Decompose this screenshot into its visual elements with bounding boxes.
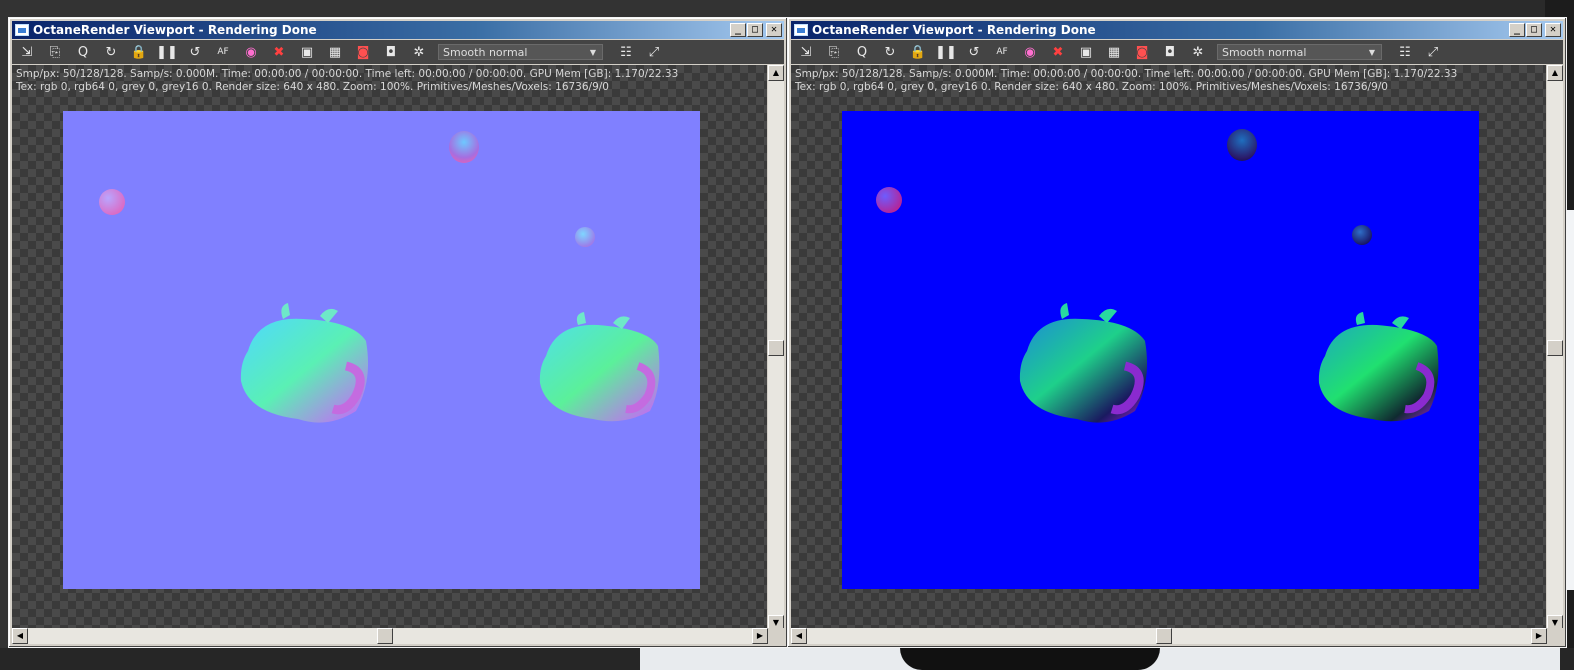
color-picker-icon[interactable]: ◉ xyxy=(240,42,262,62)
shading-mode-value: Smooth normal xyxy=(443,46,528,59)
horizontal-scrollbar[interactable]: ◀ ▶ xyxy=(791,628,1547,644)
zoom-icon[interactable]: Q xyxy=(851,42,873,62)
minimize-button[interactable]: _ xyxy=(730,23,746,37)
stats-line-2: Tex: rgb 0, rgb64 0, grey 0, grey16 0. R… xyxy=(16,81,609,93)
zoom-icon[interactable]: Q xyxy=(72,42,94,62)
lens-icon[interactable]: ◘ xyxy=(380,42,402,62)
copy-icon[interactable]: ⎘ xyxy=(44,42,66,62)
settings-list-icon[interactable]: ☷ xyxy=(1394,42,1416,62)
close-button[interactable]: ✕ xyxy=(1545,23,1561,37)
lens-icon[interactable]: ◘ xyxy=(1159,42,1181,62)
copy-icon[interactable]: ⎘ xyxy=(823,42,845,62)
render-stats: Smp/px: 50/128/128. Samp/s: 0.000M. Time… xyxy=(16,68,678,94)
scroll-up-button[interactable]: ▲ xyxy=(768,65,784,81)
maximize-button[interactable]: □ xyxy=(1526,23,1542,37)
settings-icon[interactable]: ✲ xyxy=(408,42,430,62)
scroll-thumb[interactable] xyxy=(768,340,784,356)
camera-icon[interactable]: ◙ xyxy=(1131,42,1153,62)
clay-mode-icon[interactable]: ✖ xyxy=(1047,42,1069,62)
scroll-thumb[interactable] xyxy=(1547,340,1563,356)
render-viewport[interactable]: Smp/px: 50/128/128. Samp/s: 0.000M. Time… xyxy=(12,65,767,631)
scroll-right-button[interactable]: ▶ xyxy=(752,628,768,644)
octane-viewport-window-2: OctaneRender Viewport - Rendering Done _… xyxy=(787,17,1567,648)
settings-icon[interactable]: ✲ xyxy=(1187,42,1209,62)
export-icon[interactable]: ⇲ xyxy=(795,42,817,62)
horizontal-scrollbar[interactable]: ◀ ▶ xyxy=(12,628,768,644)
scroll-left-button[interactable]: ◀ xyxy=(12,628,28,644)
chevron-down-icon: ▼ xyxy=(1368,48,1375,57)
render-image xyxy=(842,111,1479,589)
window-title: OctaneRender Viewport - Rendering Done xyxy=(33,23,317,37)
region-render-icon[interactable]: ▣ xyxy=(1075,42,1097,62)
refresh-icon[interactable]: ↻ xyxy=(100,42,122,62)
render-stats: Smp/px: 50/128/128. Samp/s: 0.000M. Time… xyxy=(795,68,1457,94)
scroll-thumb[interactable] xyxy=(377,628,393,644)
scroll-thumb[interactable] xyxy=(1156,628,1172,644)
fit-view-icon[interactable]: ⤢ xyxy=(643,42,665,62)
viewport-toolbar: ⇲ ⎘ Q ↻ 🔒 ❚❚ ↺ AF ◉ ✖ ▣ ▦ ◙ ◘ ✲ Smooth n… xyxy=(12,40,784,64)
background-object xyxy=(900,648,1160,670)
shading-mode-dropdown[interactable]: Smooth normal ▼ xyxy=(438,44,603,60)
camera-icon[interactable]: ◙ xyxy=(352,42,374,62)
scroll-left-button[interactable]: ◀ xyxy=(791,628,807,644)
teapot xyxy=(1318,312,1439,422)
sphere xyxy=(449,131,479,163)
minimize-button[interactable]: _ xyxy=(1509,23,1525,37)
export-icon[interactable]: ⇲ xyxy=(16,42,38,62)
pause-icon[interactable]: ❚❚ xyxy=(935,42,957,62)
close-button[interactable]: ✕ xyxy=(766,23,782,37)
lock-icon[interactable]: 🔒 xyxy=(128,42,150,62)
app-icon xyxy=(15,24,29,36)
autofocus-icon[interactable]: AF xyxy=(212,42,234,62)
render-image xyxy=(63,111,700,589)
color-picker-icon[interactable]: ◉ xyxy=(1019,42,1041,62)
title-bar[interactable]: OctaneRender Viewport - Rendering Done _… xyxy=(791,21,1563,39)
pause-icon[interactable]: ❚❚ xyxy=(156,42,178,62)
restart-icon[interactable]: ↺ xyxy=(184,42,206,62)
stats-line-1: Smp/px: 50/128/128. Samp/s: 0.000M. Time… xyxy=(795,68,1458,80)
viewport-toolbar: ⇲ ⎘ Q ↻ 🔒 ❚❚ ↺ AF ◉ ✖ ▣ ▦ ◙ ◘ ✲ Smooth n… xyxy=(791,40,1563,64)
fit-view-icon[interactable]: ⤢ xyxy=(1422,42,1444,62)
sphere xyxy=(99,189,125,215)
sphere xyxy=(1227,129,1257,161)
sphere xyxy=(575,227,595,247)
film-region-icon[interactable]: ▦ xyxy=(324,42,346,62)
clay-mode-icon[interactable]: ✖ xyxy=(268,42,290,62)
app-icon xyxy=(794,24,808,36)
autofocus-icon[interactable]: AF xyxy=(991,42,1013,62)
stats-line-1: Smp/px: 50/128/128. Samp/s: 0.000M. Time… xyxy=(16,68,679,80)
resize-grip[interactable] xyxy=(1547,628,1563,644)
shading-mode-dropdown[interactable]: Smooth normal ▼ xyxy=(1217,44,1382,60)
scroll-up-button[interactable]: ▲ xyxy=(1547,65,1563,81)
maximize-button[interactable]: □ xyxy=(747,23,763,37)
vertical-scrollbar[interactable]: ▲ ▼ xyxy=(768,65,784,631)
resize-grip[interactable] xyxy=(768,628,784,644)
window-title: OctaneRender Viewport - Rendering Done xyxy=(812,23,1096,37)
octane-viewport-window-1: OctaneRender Viewport - Rendering Done _… xyxy=(8,17,788,648)
scroll-right-button[interactable]: ▶ xyxy=(1531,628,1547,644)
teapot xyxy=(240,303,369,423)
chevron-down-icon: ▼ xyxy=(589,48,596,57)
film-region-icon[interactable]: ▦ xyxy=(1103,42,1125,62)
lock-icon[interactable]: 🔒 xyxy=(907,42,929,62)
stats-line-2: Tex: rgb 0, rgb64 0, grey 0, grey16 0. R… xyxy=(795,81,1388,93)
settings-list-icon[interactable]: ☷ xyxy=(615,42,637,62)
restart-icon[interactable]: ↺ xyxy=(963,42,985,62)
shading-mode-value: Smooth normal xyxy=(1222,46,1307,59)
title-bar[interactable]: OctaneRender Viewport - Rendering Done _… xyxy=(12,21,784,39)
teapot xyxy=(539,312,660,422)
teapot xyxy=(1019,303,1148,423)
render-viewport[interactable]: Smp/px: 50/128/128. Samp/s: 0.000M. Time… xyxy=(791,65,1546,631)
sphere xyxy=(1352,225,1372,245)
refresh-icon[interactable]: ↻ xyxy=(879,42,901,62)
sphere xyxy=(876,187,902,213)
region-render-icon[interactable]: ▣ xyxy=(296,42,318,62)
vertical-scrollbar[interactable]: ▲ ▼ xyxy=(1547,65,1563,631)
